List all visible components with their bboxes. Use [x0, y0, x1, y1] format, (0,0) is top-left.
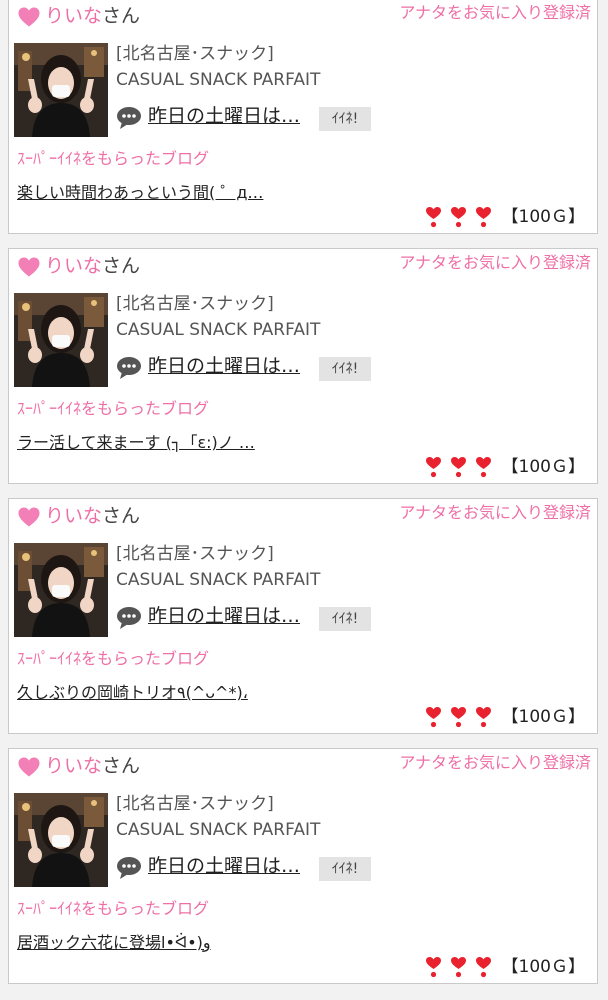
red-heart-exclamation-icon — [475, 207, 491, 228]
avatar-photo[interactable] — [14, 43, 108, 137]
like-button[interactable]: ｲｲﾈ! — [319, 357, 371, 381]
blog-title-link[interactable]: 居酒ック六花に登場ا•ᐛ•)و — [17, 931, 211, 955]
post-title-link[interactable]: 昨日の土曜日は… — [148, 102, 300, 130]
user-honorific: さん — [102, 505, 141, 527]
shop-area: [北名古屋･スナック] — [116, 794, 274, 814]
super-like-section-label: ｽｰﾊﾟｰｲｲﾈをもらったブログ — [17, 399, 210, 418]
user-name[interactable]: りいなさん — [45, 503, 140, 529]
points-row: 【100Ｇ】 — [425, 703, 585, 731]
points-value: 【100Ｇ】 — [501, 207, 585, 227]
speech-bubble-icon — [117, 357, 141, 379]
shop-area: [北名古屋･スナック] — [116, 294, 274, 314]
shop-area: [北名古屋･スナック] — [116, 544, 274, 564]
favorite-status: アナタをお気に入り登録済 — [399, 753, 591, 772]
user-name[interactable]: りいなさん — [45, 253, 140, 279]
shop-name: CASUAL SNACK PARFAIT — [116, 570, 321, 590]
shop-name: CASUAL SNACK PARFAIT — [116, 820, 321, 840]
favorite-card: りいなさん アナタをお気に入り登録済 [北名古屋･スナック] CASUAL SN… — [8, 748, 598, 984]
red-heart-exclamation-icon — [475, 707, 491, 728]
favorite-card: りいなさん アナタをお気に入り登録済 [北名古屋･スナック] CASUAL SN… — [8, 498, 598, 734]
red-heart-exclamation-icon — [425, 957, 441, 978]
user-honorific: さん — [102, 755, 141, 777]
favorite-card: りいなさん アナタをお気に入り登録済 [北名古屋･スナック] CASUAL SN… — [8, 248, 598, 484]
blog-title-link[interactable]: 久しぶりの岡崎トリオ٩(^ᴗ^*)، — [17, 681, 248, 705]
points-row: 【100Ｇ】 — [425, 953, 585, 981]
red-heart-exclamation-icon — [425, 707, 441, 728]
favorite-status: アナタをお気に入り登録済 — [399, 3, 591, 22]
red-heart-exclamation-icon — [450, 207, 466, 228]
like-button[interactable]: ｲｲﾈ! — [319, 857, 371, 881]
speech-bubble-icon — [117, 107, 141, 129]
red-heart-exclamation-icon — [450, 457, 466, 478]
points-value: 【100Ｇ】 — [501, 707, 585, 727]
speech-bubble-icon — [117, 857, 141, 879]
pink-heart-icon — [18, 507, 40, 527]
super-like-section-label: ｽｰﾊﾟｰｲｲﾈをもらったブログ — [17, 649, 210, 668]
points-value: 【100Ｇ】 — [501, 457, 585, 477]
like-button[interactable]: ｲｲﾈ! — [319, 607, 371, 631]
avatar-photo[interactable] — [14, 793, 108, 887]
user-honorific: さん — [102, 5, 141, 27]
post-title-link[interactable]: 昨日の土曜日は… — [148, 602, 300, 630]
user-name[interactable]: りいなさん — [45, 3, 140, 29]
red-heart-exclamation-icon — [450, 707, 466, 728]
super-like-section-label: ｽｰﾊﾟｰｲｲﾈをもらったブログ — [17, 899, 210, 918]
blog-title-link[interactable]: ラー活して来まーす (┐「ε:)ノ … — [17, 431, 255, 455]
speech-bubble-icon — [117, 607, 141, 629]
user-name-text[interactable]: りいな — [45, 755, 102, 777]
shop-area: [北名古屋･スナック] — [116, 44, 274, 64]
user-name-text[interactable]: りいな — [45, 5, 102, 27]
points-row: 【100Ｇ】 — [425, 203, 585, 231]
red-heart-exclamation-icon — [475, 957, 491, 978]
favorite-card: りいなさん アナタをお気に入り登録済 [北名古屋･スナック] CASUAL SN… — [8, 0, 598, 234]
pink-heart-icon — [18, 257, 40, 277]
avatar-photo[interactable] — [14, 543, 108, 637]
red-heart-exclamation-icon — [475, 457, 491, 478]
blog-title-link[interactable]: 楽しい時間わあっという間( ゜д… — [17, 181, 263, 205]
post-title-link[interactable]: 昨日の土曜日は… — [148, 852, 300, 880]
avatar-photo[interactable] — [14, 293, 108, 387]
points-value: 【100Ｇ】 — [501, 957, 585, 977]
pink-heart-icon — [18, 7, 40, 27]
user-honorific: さん — [102, 255, 141, 277]
favorite-status: アナタをお気に入り登録済 — [399, 503, 591, 522]
user-name[interactable]: りいなさん — [45, 753, 140, 779]
pink-heart-icon — [18, 757, 40, 777]
red-heart-exclamation-icon — [450, 957, 466, 978]
favorite-status: アナタをお気に入り登録済 — [399, 253, 591, 272]
shop-name: CASUAL SNACK PARFAIT — [116, 70, 321, 90]
points-row: 【100Ｇ】 — [425, 453, 585, 481]
shop-name: CASUAL SNACK PARFAIT — [116, 320, 321, 340]
red-heart-exclamation-icon — [425, 457, 441, 478]
post-title-link[interactable]: 昨日の土曜日は… — [148, 352, 300, 380]
red-heart-exclamation-icon — [425, 207, 441, 228]
super-like-section-label: ｽｰﾊﾟｰｲｲﾈをもらったブログ — [17, 149, 210, 168]
like-button[interactable]: ｲｲﾈ! — [319, 107, 371, 131]
user-name-text[interactable]: りいな — [45, 255, 102, 277]
user-name-text[interactable]: りいな — [45, 505, 102, 527]
